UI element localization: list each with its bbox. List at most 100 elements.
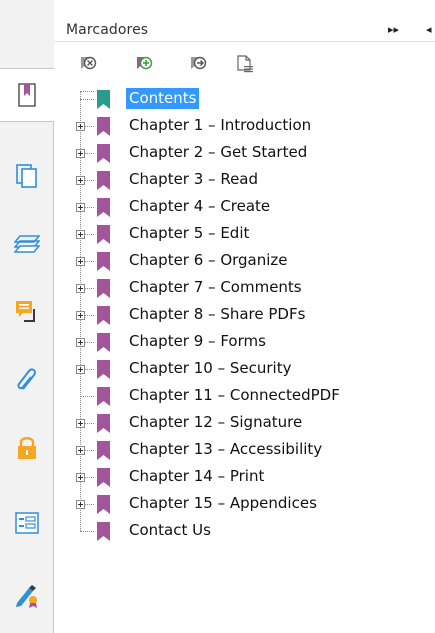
rail-comments-button[interactable] [0,285,54,339]
tree-connector-line [80,99,94,100]
expand-toggle-icon[interactable] [76,284,85,293]
security-lock-icon [18,437,36,459]
expand-toggle-icon[interactable] [76,257,85,266]
rail-form-fields-button[interactable] [0,496,54,550]
bookmark-item[interactable]: Chapter 10 – Security [54,356,435,383]
bookmark-ribbon-icon [97,90,110,109]
bookmark-ribbon-icon [97,279,110,298]
comments-icon [16,301,35,322]
bookmark-item[interactable]: Chapter 1 – Introduction [54,113,435,140]
digital-signature-icon [16,585,37,608]
bookmark-label[interactable]: Chapter 6 – Organize [126,250,291,271]
bookmark-ribbon-icon [97,171,110,190]
expand-toggle-icon[interactable] [76,203,85,212]
expand-toggle-icon[interactable] [76,311,85,320]
expand-toggle-icon[interactable] [76,149,85,158]
rail-layers-button[interactable] [0,217,54,271]
rail-attachments-button[interactable] [0,353,54,407]
bookmark-ribbon-icon [97,198,110,217]
bookmark-item[interactable]: Contents [54,86,435,113]
expand-toggle-icon[interactable] [76,500,85,509]
expand-toggle-icon[interactable] [76,473,85,482]
bookmark-ribbon-icon [97,441,110,460]
bookmark-label[interactable]: Chapter 2 – Get Started [126,142,310,163]
expand-toggle-icon[interactable] [76,338,85,347]
rail-security-button[interactable] [0,421,54,475]
expand-toggle-icon[interactable] [76,365,85,374]
bookmark-item[interactable]: Chapter 13 – Accessibility [54,437,435,464]
bookmark-label[interactable]: Contents [126,88,200,109]
delete-bookmark-button[interactable] [77,54,99,76]
bookmark-item[interactable]: Chapter 5 – Edit [54,221,435,248]
bookmark-item[interactable]: Chapter 3 – Read [54,167,435,194]
attachments-icon [17,368,36,390]
bookmark-item[interactable]: Chapter 15 – Appendices [54,491,435,518]
rail-bookmarks-button[interactable] [0,68,55,122]
bookmark-label[interactable]: Chapter 5 – Edit [126,223,252,244]
bookmark-item[interactable]: Chapter 8 – Share PDFs [54,302,435,329]
expand-toggle-icon[interactable] [76,230,85,239]
bookmark-label[interactable]: Chapter 3 – Read [126,169,261,190]
bookmark-tree: Contents Chapter 1 – Introduction Chapter … [54,86,435,556]
rail-top-spacer [0,0,54,68]
bookmark-label[interactable]: Chapter 12 – Signature [126,412,305,433]
bookmark-item[interactable]: Chapter 2 – Get Started [54,140,435,167]
panel-title: Marcadores [66,22,149,38]
collapse-panel-button[interactable]: ▸▸ [388,24,399,35]
expand-toggle-icon[interactable] [76,122,85,131]
bookmark-label[interactable]: Chapter 4 – Create [126,196,273,217]
bookmark-item[interactable]: Chapter 6 – Organize [54,248,435,275]
bookmark-ribbon-icon [97,360,110,379]
bookmark-label[interactable]: Chapter 9 – Forms [126,331,269,352]
bookmark-ribbon-icon [97,333,110,352]
bookmark-label[interactable]: Chapter 8 – Share PDFs [126,304,308,325]
expand-toggle-icon[interactable] [76,446,85,455]
expand-toggle-icon[interactable] [76,176,85,185]
bookmark-ribbon-icon [97,495,110,514]
bookmark-ribbon-icon [97,225,110,244]
bookmark-ribbon-icon [97,306,110,325]
panel-header: Marcadores ▸▸ ◂ [54,0,435,42]
bookmark-label[interactable]: Chapter 13 – Accessibility [126,439,325,460]
add-child-bookmark-button[interactable] [187,54,209,76]
bookmark-label[interactable]: Chapter 1 – Introduction [126,115,314,136]
expand-toggle-icon[interactable] [76,419,85,428]
delete-bookmark-icon [81,56,97,70]
rail-thumbnails-button[interactable] [0,149,54,203]
bookmark-item[interactable]: Contact Us [54,518,435,545]
bookmark-options-button[interactable] [234,54,256,76]
bookmark-label[interactable]: Chapter 15 – Appendices [126,493,320,514]
bookmarks-sidebar: Marcadores ▸▸ ◂ Contents Chapter 1 – Int… [0,0,435,633]
bookmarks-panel-icon [18,83,36,107]
form-fields-icon [15,512,39,534]
bookmark-item[interactable]: Chapter 4 – Create [54,194,435,221]
bookmark-toolbar [54,48,435,80]
bookmark-item[interactable]: Chapter 11 – ConnectedPDF [54,383,435,410]
bookmark-item[interactable]: Chapter 9 – Forms [54,329,435,356]
bookmark-ribbon-icon [97,117,110,136]
tree-connector-line [80,396,94,397]
bookmark-label[interactable]: Chapter 10 – Security [126,358,294,379]
panel-left-arrow-button[interactable]: ◂ [426,24,432,35]
navigation-rail [0,0,55,633]
bookmark-ribbon-icon [97,414,110,433]
layers-icon [14,235,40,253]
page-thumbnails-icon [16,164,37,188]
add-child-bookmark-icon [191,56,207,70]
add-bookmark-icon [137,56,153,70]
tree-connector-line [80,531,94,532]
bookmark-label[interactable]: Chapter 14 – Print [126,466,267,487]
bookmark-item[interactable]: Chapter 7 – Comments [54,275,435,302]
bookmark-item[interactable]: Chapter 14 – Print [54,464,435,491]
bookmark-ribbon-icon [97,144,110,163]
bookmark-ribbon-icon [97,252,110,271]
bookmark-label[interactable]: Chapter 7 – Comments [126,277,305,298]
bookmark-label[interactable]: Contact Us [126,520,214,541]
bookmark-options-icon [237,55,253,73]
bookmark-ribbon-icon [97,522,110,541]
rail-signature-button[interactable] [0,569,54,623]
add-bookmark-button[interactable] [133,54,155,76]
bookmark-item[interactable]: Chapter 12 – Signature [54,410,435,437]
bookmark-ribbon-icon [97,468,110,487]
bookmark-label[interactable]: Chapter 11 – ConnectedPDF [126,385,343,406]
